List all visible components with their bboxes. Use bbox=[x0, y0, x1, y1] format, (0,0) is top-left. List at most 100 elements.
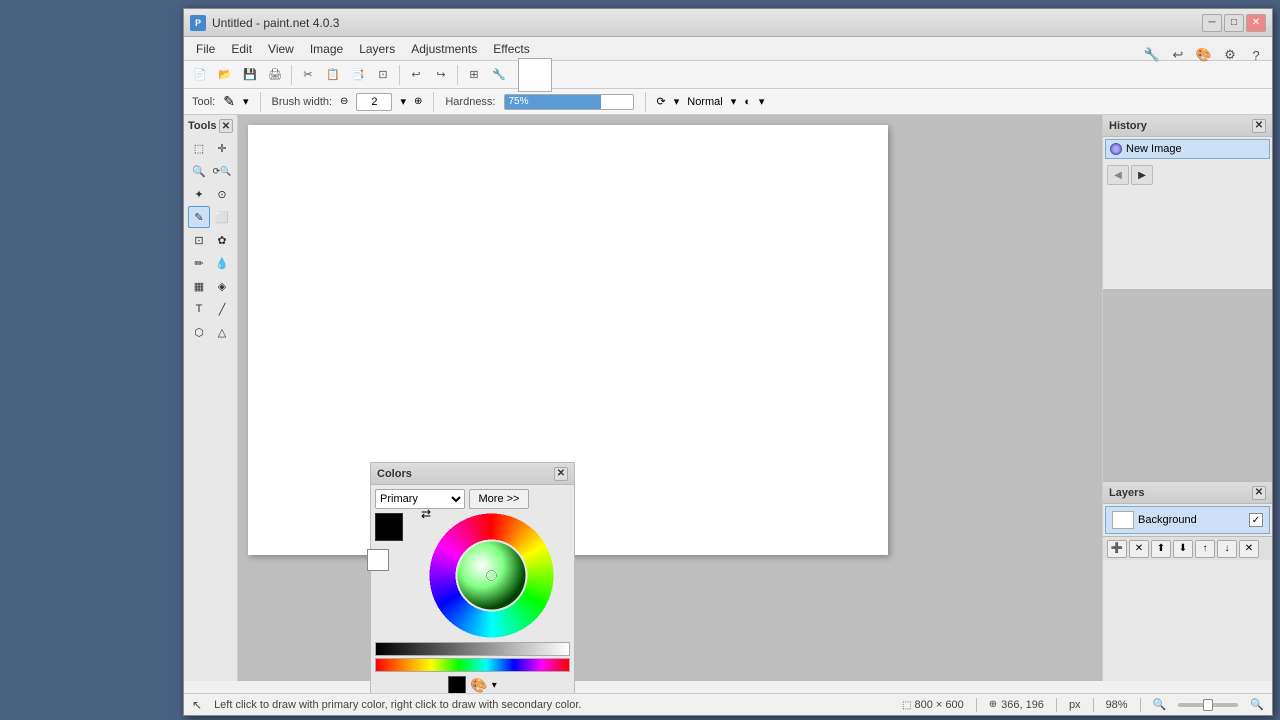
crop-button[interactable]: ⊡ bbox=[371, 64, 395, 86]
swap-colors-icon[interactable]: ⇄ bbox=[421, 507, 431, 521]
opacity-dropdown[interactable]: ▾ bbox=[759, 95, 765, 108]
hardness-slider[interactable]: 75% bbox=[504, 94, 634, 110]
layer-thumbnail bbox=[1112, 511, 1134, 529]
undo-history-icon[interactable]: ↩ bbox=[1166, 43, 1190, 67]
tool-clone-stamp[interactable]: ⊡ bbox=[188, 229, 210, 251]
tool-eraser[interactable]: ⬜ bbox=[211, 206, 233, 228]
tool-gradient[interactable]: ▦ bbox=[188, 275, 210, 297]
menu-edit[interactable]: Edit bbox=[223, 40, 260, 58]
redo-button[interactable]: ↪ bbox=[429, 64, 453, 86]
copy-button[interactable]: 📋 bbox=[321, 64, 345, 86]
brush-width-input[interactable] bbox=[356, 93, 392, 111]
layers-duplicate-button[interactable]: ⬆ bbox=[1151, 540, 1171, 558]
brush-width-dropdown[interactable]: ▾ bbox=[400, 95, 406, 108]
ruler-button[interactable]: 🔧 bbox=[487, 64, 511, 86]
tool-line[interactable]: ╱ bbox=[211, 298, 233, 320]
tool-move[interactable]: ✛ bbox=[211, 137, 233, 159]
zoom-out-icon[interactable]: 🔍 bbox=[1153, 698, 1167, 711]
history-panel-close[interactable]: ✕ bbox=[1252, 119, 1266, 133]
tool-lasso[interactable]: ⊙ bbox=[211, 183, 233, 205]
layers-merge-button[interactable]: ⬇ bbox=[1173, 540, 1193, 558]
minimize-button[interactable]: ─ bbox=[1202, 14, 1222, 32]
layers-add-button[interactable]: ➕ bbox=[1107, 540, 1127, 558]
tool-paint-bucket[interactable]: ◈ bbox=[211, 275, 233, 297]
canvas-thumbnail bbox=[518, 58, 552, 92]
tool-text[interactable]: T bbox=[188, 298, 210, 320]
close-button[interactable]: ✕ bbox=[1246, 14, 1266, 32]
tool-dropdown-arrow[interactable]: ▾ bbox=[243, 95, 249, 108]
brush-plus-icon[interactable]: ⊕ bbox=[414, 96, 422, 107]
tool-paintbrush[interactable]: ✎ bbox=[188, 206, 210, 228]
color-wheel[interactable] bbox=[429, 513, 554, 638]
title-controls: ─ □ ✕ bbox=[1202, 14, 1266, 32]
color-mode-select[interactable]: Primary bbox=[375, 489, 465, 509]
canvas-container[interactable] bbox=[238, 115, 1102, 681]
menu-effects[interactable]: Effects bbox=[485, 40, 537, 58]
history-redo-button[interactable]: ▶ bbox=[1131, 165, 1153, 185]
tool-label: Tool: bbox=[192, 96, 215, 108]
tool-pencil[interactable]: ✏ bbox=[188, 252, 210, 274]
black-swatch[interactable] bbox=[448, 676, 466, 694]
tool-color-picker[interactable]: 💧 bbox=[211, 252, 233, 274]
layers-move-up-button[interactable]: ↑ bbox=[1195, 540, 1215, 558]
history-item-icon bbox=[1110, 143, 1122, 155]
grid-button[interactable]: ⊞ bbox=[462, 64, 486, 86]
layers-panel-close[interactable]: ✕ bbox=[1252, 486, 1266, 500]
help-icon[interactable]: ? bbox=[1244, 43, 1268, 67]
restore-button[interactable]: □ bbox=[1224, 14, 1244, 32]
layers-properties-button[interactable]: ✕ bbox=[1239, 540, 1259, 558]
tool-recolor[interactable]: ✿ bbox=[211, 229, 233, 251]
grayscale-bar[interactable] bbox=[375, 642, 570, 656]
zoom-in-icon[interactable]: 🔍 bbox=[1250, 698, 1264, 711]
tool-shapes[interactable]: ⬡ bbox=[188, 321, 210, 343]
paste-button[interactable]: 📑 bbox=[346, 64, 370, 86]
save-button[interactable]: 💾 bbox=[238, 64, 262, 86]
layers-move-down-button[interactable]: ↓ bbox=[1217, 540, 1237, 558]
blend-mode-arrow[interactable]: ▾ bbox=[731, 95, 737, 108]
blend-mode-dropdown[interactable]: ▾ bbox=[674, 95, 680, 108]
tool-rotate-zoom[interactable]: ⟳🔍 bbox=[211, 160, 233, 182]
secondary-color-swatch[interactable] bbox=[367, 549, 389, 571]
tool-rectangle-select[interactable]: ⬚ bbox=[188, 137, 210, 159]
color-more-button[interactable]: More >> bbox=[469, 489, 529, 509]
menu-file[interactable]: File bbox=[188, 40, 223, 58]
tools-icon[interactable]: 🔧 bbox=[1140, 43, 1164, 67]
new-file-button[interactable]: 📄 bbox=[188, 64, 212, 86]
layer-background[interactable]: Background ✓ bbox=[1105, 506, 1270, 534]
coordinates-section: ⊕ 366, 196 bbox=[989, 699, 1044, 711]
color-wheel-icon[interactable]: 🎨 bbox=[1192, 43, 1216, 67]
window-title: Untitled - paint.net 4.0.3 bbox=[212, 16, 1196, 30]
title-bar: P Untitled - paint.net 4.0.3 ─ □ ✕ bbox=[184, 9, 1272, 37]
coordinates-icon: ⊕ bbox=[989, 699, 997, 710]
units-label: px bbox=[1069, 699, 1081, 711]
history-item-new-image[interactable]: New Image bbox=[1105, 139, 1270, 159]
hardness-value: 75% bbox=[505, 96, 529, 107]
menu-image[interactable]: Image bbox=[302, 40, 351, 58]
zoom-slider[interactable] bbox=[1178, 703, 1238, 707]
opt-sep-2 bbox=[433, 92, 434, 112]
primary-color-swatch[interactable] bbox=[375, 513, 403, 541]
zoom-thumb[interactable] bbox=[1203, 699, 1213, 711]
cut-button[interactable]: ✂ bbox=[296, 64, 320, 86]
color-palette-dropdown[interactable]: ▾ bbox=[492, 680, 497, 691]
menu-layers[interactable]: Layers bbox=[351, 40, 403, 58]
color-picker-area[interactable] bbox=[458, 542, 526, 610]
tool-zoom[interactable]: 🔍 bbox=[188, 160, 210, 182]
settings-icon[interactable]: ⚙ bbox=[1218, 43, 1242, 67]
tool-magic-wand[interactable]: ✦ bbox=[188, 183, 210, 205]
brush-minus-icon[interactable]: ⊖ bbox=[340, 96, 348, 107]
color-palette-icon[interactable]: 🎨 bbox=[470, 677, 487, 694]
rainbow-bar[interactable] bbox=[375, 658, 570, 672]
layer-visibility-checkbox[interactable]: ✓ bbox=[1249, 513, 1263, 527]
tools-panel-close[interactable]: ✕ bbox=[219, 119, 233, 133]
tool-selection-shapes[interactable]: △ bbox=[211, 321, 233, 343]
undo-button[interactable]: ↩ bbox=[404, 64, 428, 86]
layers-delete-button[interactable]: ✕ bbox=[1129, 540, 1149, 558]
colors-panel-close[interactable]: ✕ bbox=[554, 467, 568, 481]
print-button[interactable]: 🖨 bbox=[263, 64, 287, 86]
menu-view[interactable]: View bbox=[260, 40, 302, 58]
history-undo-button[interactable]: ◀ bbox=[1107, 165, 1129, 185]
open-button[interactable]: 📂 bbox=[213, 64, 237, 86]
color-options: Primary More >> bbox=[375, 489, 570, 509]
menu-adjustments[interactable]: Adjustments bbox=[403, 40, 485, 58]
